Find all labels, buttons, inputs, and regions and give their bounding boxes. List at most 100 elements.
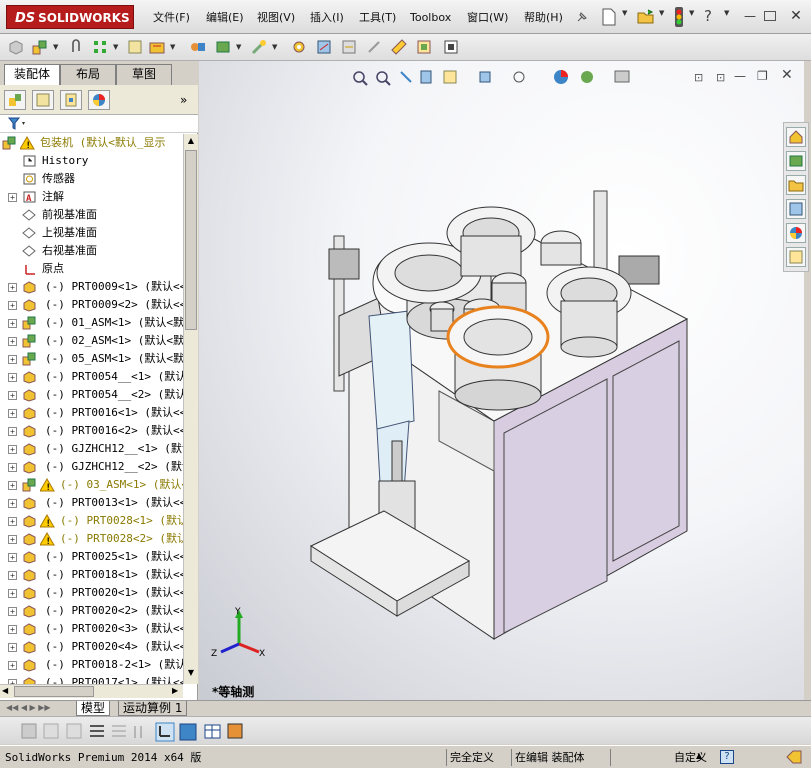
configuration-manager-icon[interactable] (60, 90, 82, 110)
tree-vertical-scrollbar[interactable]: ▲ ▼ (183, 134, 198, 684)
pin-icon[interactable] (574, 9, 590, 25)
tree-item[interactable]: + (-) PRT0013<1> (默认<<默 (0, 494, 183, 512)
tab-layout[interactable]: 布局 (60, 64, 116, 85)
chevron-down-icon[interactable]: ▼ (53, 42, 59, 52)
expand-icon[interactable]: + (8, 373, 17, 382)
tree-item[interactable]: + (-) PRT0018<1> (默认<<默 (0, 566, 183, 584)
expand-icon[interactable]: + (8, 535, 17, 544)
expand-icon[interactable]: + (8, 391, 17, 400)
status-units[interactable]: 自定义 (610, 749, 710, 766)
feature-manager-icon[interactable] (4, 90, 26, 110)
display-manager-icon[interactable] (88, 90, 110, 110)
tree-item[interactable]: + (-) PRT0009<2> (默认<<默 (0, 296, 183, 314)
expand-icon[interactable]: + (8, 553, 17, 562)
expand-icon[interactable]: + (8, 427, 17, 436)
tree-item[interactable]: + (-) PRT0054__<2> (默认< (0, 386, 183, 404)
packaging-machine-model[interactable] (199, 61, 804, 701)
new-document-icon[interactable] (600, 7, 618, 27)
chevron-down-icon[interactable]: ▼ (622, 8, 628, 18)
tree-item[interactable]: + (-) 05_ASM<1> (默认<默认 (0, 350, 183, 368)
chevron-down-icon[interactable]: ▼ (272, 42, 278, 52)
tab-nav-icons[interactable]: ◀◀ ◀ ▶ ▶▶ (6, 703, 51, 712)
tree-root[interactable]: ! 包装机 (默认<默认_显示 (0, 134, 183, 152)
file-explorer-icon[interactable] (786, 175, 806, 195)
minimize-icon[interactable]: — (742, 9, 758, 23)
solidworks-logo[interactable]: DS SOLIDWORKS (6, 5, 134, 29)
expand-icon[interactable]: + (8, 481, 17, 490)
tree-item[interactable]: + (-) PRT0025<1> (默认<<默 (0, 548, 183, 566)
expand-icon[interactable]: + (8, 643, 17, 652)
home-icon[interactable] (786, 127, 806, 147)
section-icon[interactable] (414, 37, 434, 57)
expand-icon[interactable]: + (8, 283, 17, 292)
expand-icon[interactable]: + (8, 319, 17, 328)
tree-item[interactable]: 右视基准面 (0, 242, 183, 260)
tree-item[interactable]: + (-) PRT0020<2> (默认<<默 (0, 602, 183, 620)
tree-item[interactable]: 前视基准面 (0, 206, 183, 224)
assembly-icon[interactable] (30, 37, 50, 57)
chevron-down-icon[interactable]: ▼ (689, 8, 695, 18)
scroll-right-icon[interactable]: ▶ (172, 686, 178, 695)
chevron-down-icon[interactable]: ▼ (113, 42, 119, 52)
chevron-down-icon[interactable]: ▼ (724, 8, 730, 18)
expand-icon[interactable]: + (8, 499, 17, 508)
design-library-icon[interactable] (786, 151, 806, 171)
graphics-viewport[interactable]: ⊡ ⊡ — ❐ ✕ Y X Z (199, 61, 804, 701)
box-icon[interactable] (6, 37, 26, 57)
expand-icon[interactable]: + (8, 445, 17, 454)
tree-item[interactable]: History (0, 152, 183, 170)
tree-item[interactable]: + (-) 02_ASM<1> (默认<默认 (0, 332, 183, 350)
tree-item[interactable]: +! (-) 03_ASM<1> (默认< (0, 476, 183, 494)
help-icon[interactable]: ? (704, 7, 720, 25)
scroll-thumb[interactable] (14, 686, 94, 697)
tree-item[interactable]: + (-) PRT0054__<1> (默认< (0, 368, 183, 386)
traffic-light-icon[interactable] (672, 6, 686, 28)
chevron-down-icon[interactable]: ▼ (170, 42, 176, 52)
expand-icon[interactable]: + (8, 463, 17, 472)
tree-item[interactable]: 上视基准面 (0, 224, 183, 242)
expand-icon[interactable]: + (8, 589, 17, 598)
exploded-view-icon[interactable] (314, 37, 334, 57)
menu-tools[interactable]: 工具(T) (356, 9, 399, 27)
expand-icon[interactable]: + (8, 301, 17, 310)
property-manager-icon[interactable] (32, 90, 54, 110)
tree-item[interactable]: 原点 (0, 260, 183, 278)
tree-item[interactable]: + (-) PRT0009<1> (默认<<默 (0, 278, 183, 296)
tree-filter-bar[interactable] (0, 115, 198, 133)
scroll-left-icon[interactable]: ◀ (2, 686, 8, 695)
open-folder-icon[interactable] (636, 7, 656, 27)
expand-icon[interactable]: + (8, 409, 17, 418)
menu-insert[interactable]: 插入(I) (307, 9, 347, 27)
expand-icon[interactable]: + (8, 661, 17, 670)
menu-window[interactable]: 窗口(W) (464, 9, 511, 27)
tree-item[interactable]: + (-) PRT0020<1> (默认<<默 (0, 584, 183, 602)
maximize-icon[interactable] (764, 11, 776, 21)
tree-horizontal-scrollbar[interactable]: ◀ ▶ (0, 684, 183, 698)
gear-icon[interactable] (289, 37, 309, 57)
chevron-up-icon[interactable]: ▲ (696, 751, 702, 760)
tree-item[interactable]: + (-) 01_ASM<1> (默认<默认 (0, 314, 183, 332)
expand-icon[interactable]: + (8, 607, 17, 616)
scroll-up-icon[interactable]: ▲ (185, 136, 197, 148)
tree-item[interactable]: +! (-) PRT0028<2> (默认 (0, 530, 183, 548)
tree-item[interactable]: + (-) GJZHCH12__<1> (默认 (0, 440, 183, 458)
custom-properties-icon[interactable] (786, 247, 806, 267)
mate-icon[interactable] (188, 37, 208, 57)
expand-icon[interactable]: + (8, 625, 17, 634)
chevron-down-icon[interactable]: ▼ (236, 42, 242, 52)
tree-item[interactable]: +! (-) PRT0028<1> (默认 (0, 512, 183, 530)
move-component-icon[interactable] (213, 37, 233, 57)
tree-item[interactable]: + (-) PRT0020<3> (默认<<默 (0, 620, 183, 638)
bill-of-materials-icon[interactable] (339, 37, 359, 57)
menu-file[interactable]: 文件(F) (150, 9, 193, 27)
lower-toolbar-icons[interactable] (20, 722, 260, 742)
view-palette-icon[interactable] (786, 199, 806, 219)
tab-assembly[interactable]: 装配体 (4, 64, 60, 86)
edit-component-icon[interactable] (125, 37, 145, 57)
menu-view[interactable]: 视图(V) (254, 9, 298, 27)
tab-motion-study[interactable]: 运动算例 1 (118, 701, 188, 716)
expand-icon[interactable]: + (8, 337, 17, 346)
expand-icon[interactable]: + (8, 571, 17, 580)
tab-model[interactable]: 模型 (76, 701, 111, 716)
tree-item[interactable]: + (-) PRT0020<4> (默认<<默 (0, 638, 183, 656)
